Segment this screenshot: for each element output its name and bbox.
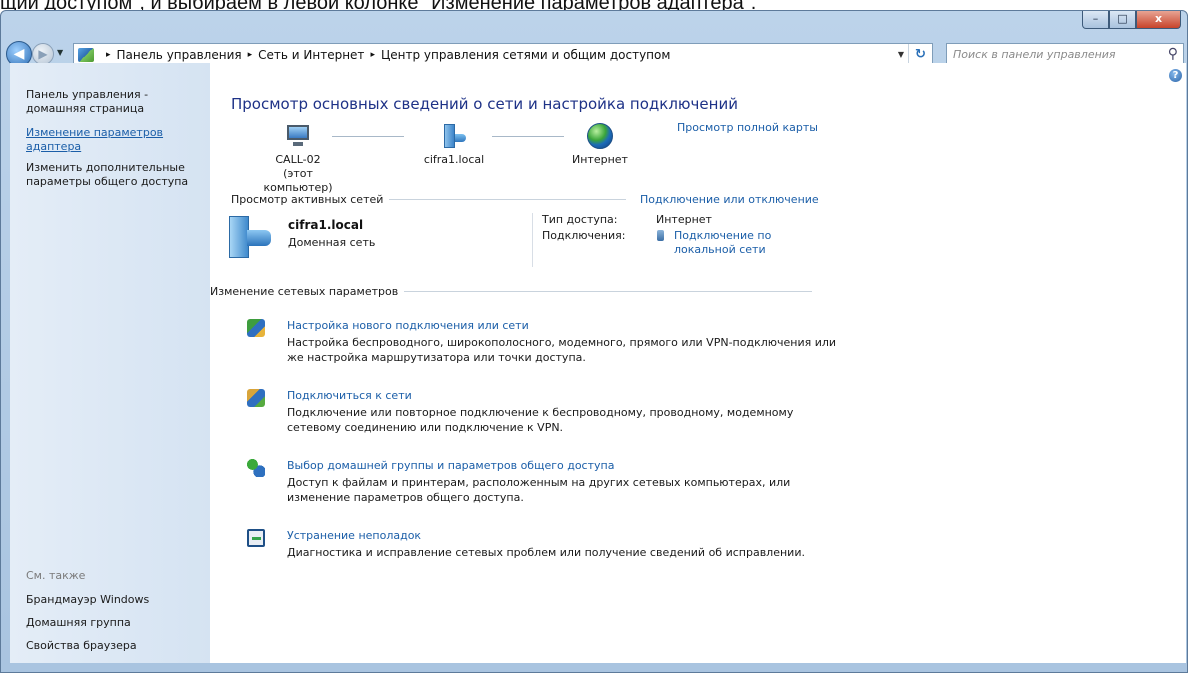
search-icon[interactable]: ⚲	[1168, 46, 1178, 62]
sidebar-link-adapter[interactable]: Изменение параметров адаптера	[26, 126, 206, 154]
node-domain-name: cifra1.local	[423, 153, 485, 166]
sidebar-link-browser[interactable]: Свойства браузера	[26, 639, 137, 652]
homegroup-link[interactable]: Выбор домашней группы и параметров общег…	[287, 459, 614, 472]
sidebar-link-firewall[interactable]: Брандмауэр Windows	[26, 593, 149, 606]
access-type-value: Интернет	[656, 213, 712, 226]
page-title: Просмотр основных сведений о сети и наст…	[231, 95, 738, 113]
left-sidebar: Панель управления - домашняя страница Из…	[10, 63, 210, 663]
node-domain[interactable]: cifra1.local	[404, 123, 504, 167]
breadcrumb-separator[interactable]: ▸	[106, 50, 111, 60]
connect-network-icon	[247, 389, 265, 407]
breadcrumb-network-internet[interactable]: Сеть и Интернет	[258, 48, 364, 62]
troubleshoot-link[interactable]: Устранение неполадок	[287, 529, 421, 542]
address-dropdown-icon[interactable]: ▼	[898, 50, 904, 59]
window-controls: – □ x	[1082, 11, 1181, 29]
main-panel: ? Просмотр основных сведений о сети и на…	[210, 63, 1186, 663]
search-placeholder: Поиск в панели управления	[953, 48, 1116, 61]
globe-icon	[587, 123, 613, 149]
refresh-button[interactable]: ↻	[908, 44, 932, 65]
node-computer-name: CALL-02	[275, 153, 321, 166]
change-settings-header: Изменение сетевых параметров	[210, 285, 812, 298]
connection-link-line2[interactable]: локальной сети	[674, 243, 766, 257]
breadcrumb-network-center[interactable]: Центр управления сетями и общим доступом	[381, 48, 670, 62]
network-setup-icon	[247, 319, 265, 337]
homegroup-description: Доступ к файлам и принтерам, расположенн…	[287, 476, 791, 504]
connections-label: Подключения:	[542, 229, 626, 242]
sidebar-link-home[interactable]: Панель управления - домашняя страница	[26, 88, 206, 116]
node-computer: CALL-02 (этот компьютер)	[252, 123, 344, 195]
domain-network-icon	[441, 123, 467, 149]
access-type-label: Тип доступа:	[542, 213, 618, 226]
title-bar: – □ x	[1, 11, 1187, 38]
maximize-button[interactable]: □	[1109, 11, 1136, 29]
close-button[interactable]: x	[1136, 11, 1181, 29]
sidebar-link-homegroup[interactable]: Домашняя группа	[26, 616, 131, 629]
active-networks-header: Просмотр активных сетей	[231, 193, 626, 206]
new-connection-link[interactable]: Настройка нового подключения или сети	[287, 319, 529, 332]
breadcrumb-separator[interactable]: ▸	[370, 50, 375, 60]
minimize-button[interactable]: –	[1082, 11, 1109, 29]
node-internet[interactable]: Интернет	[550, 123, 650, 167]
control-panel-icon	[78, 47, 94, 62]
header-rule	[389, 199, 626, 200]
see-also-heading: См. также	[26, 569, 86, 582]
network-name: cifra1.local	[288, 218, 364, 232]
connection-link-line1[interactable]: Подключение по	[674, 229, 771, 243]
full-map-link[interactable]: Просмотр полной карты	[677, 121, 818, 134]
change-settings-label: Изменение сетевых параметров	[210, 285, 399, 298]
node-computer-sub: (этот компьютер)	[263, 167, 333, 194]
domain-network-icon	[227, 216, 275, 260]
troubleshoot-icon	[247, 529, 265, 547]
network-adapter-icon	[657, 230, 664, 241]
network-divider	[532, 213, 533, 267]
computer-icon	[285, 123, 311, 149]
forward-button[interactable]: ▶	[32, 43, 54, 65]
breadcrumb-control-panel[interactable]: Панель управления	[117, 48, 242, 62]
header-rule	[404, 291, 812, 292]
troubleshoot-description: Диагностика и исправление сетевых пробле…	[287, 546, 805, 559]
node-internet-name: Интернет	[572, 153, 628, 166]
network-type[interactable]: Доменная сеть	[288, 236, 375, 249]
connect-network-description: Подключение или повторное подключение к …	[287, 406, 794, 434]
connect-network-link[interactable]: Подключиться к сети	[287, 389, 412, 402]
recent-pages-dropdown[interactable]: ▼	[57, 48, 63, 57]
sidebar-link-sharing[interactable]: Изменить дополнительные параметры общего…	[26, 161, 206, 189]
homegroup-icon	[247, 459, 265, 477]
active-networks-label: Просмотр активных сетей	[231, 193, 384, 206]
connect-disconnect-link[interactable]: Подключение или отключение	[640, 193, 819, 206]
breadcrumb-separator[interactable]: ▸	[248, 50, 253, 60]
new-connection-description: Настройка беспроводного, широкополосного…	[287, 336, 837, 364]
help-icon[interactable]: ?	[1169, 69, 1182, 82]
map-connector	[332, 136, 404, 137]
